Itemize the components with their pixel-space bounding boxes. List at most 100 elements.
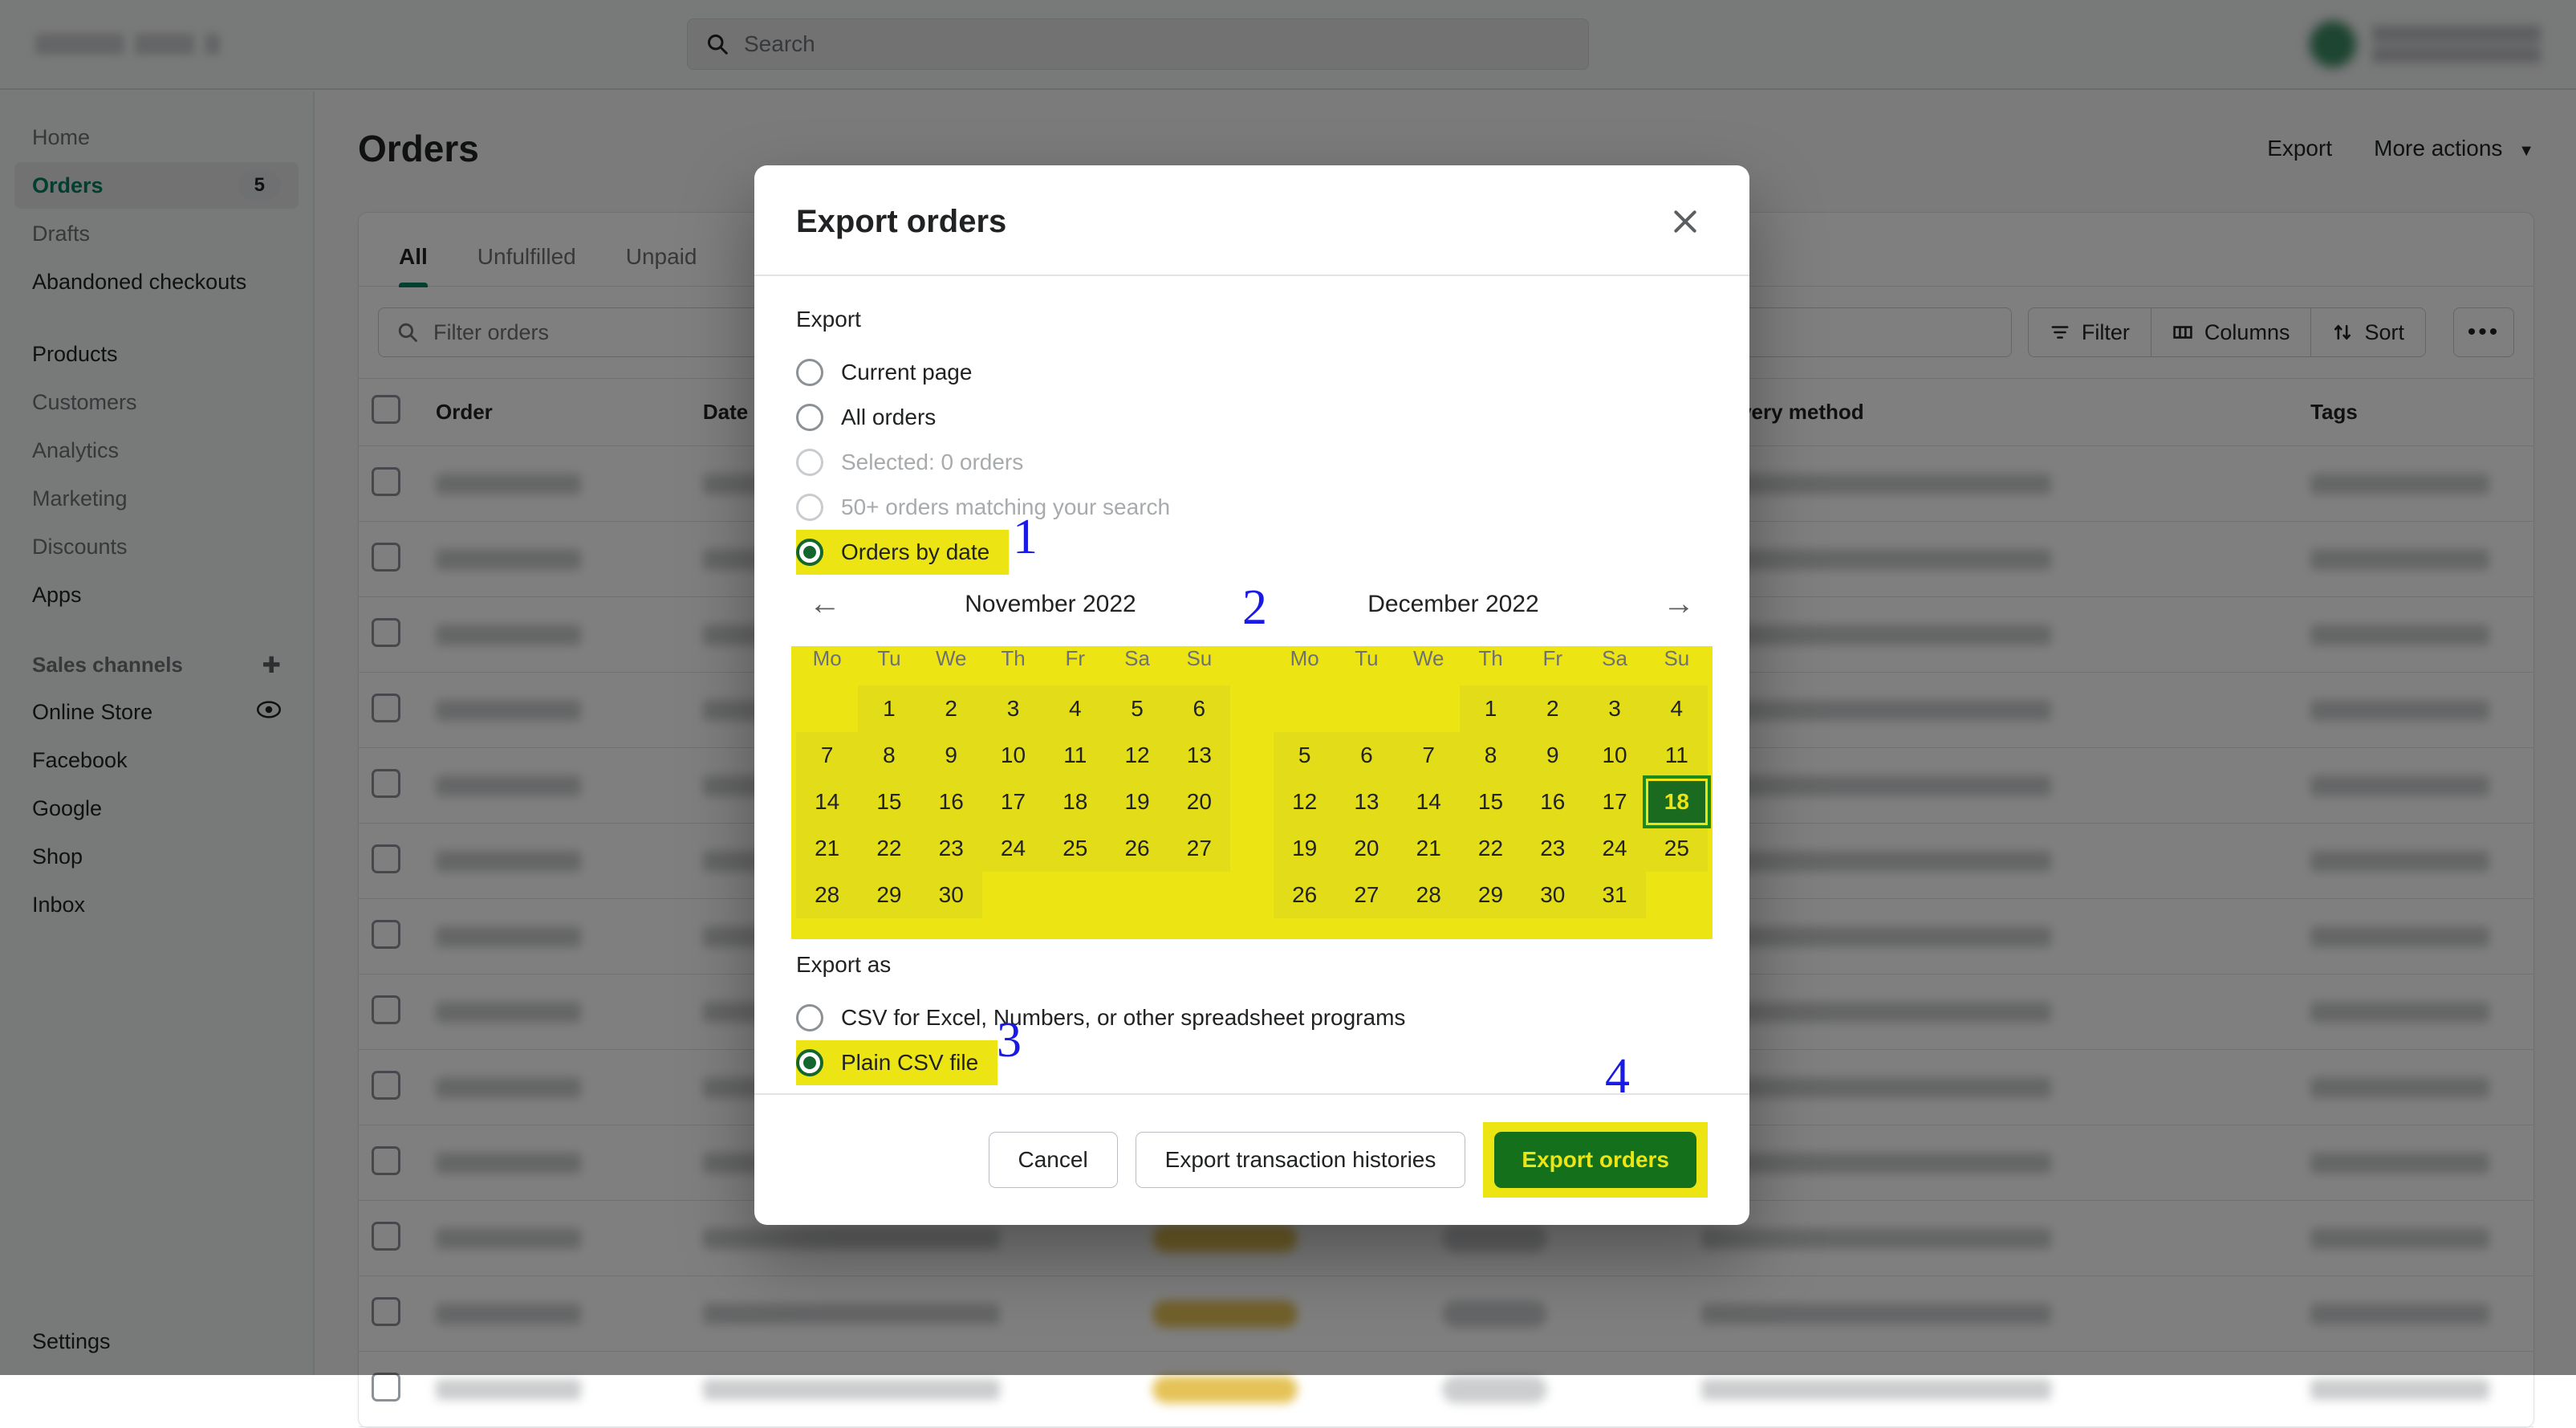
calendar-day[interactable]: 5 [1274,732,1335,779]
calendar-day[interactable]: 1 [1460,686,1522,732]
calendar-day[interactable]: 2 [920,686,982,732]
radio-icon[interactable] [796,1004,823,1031]
radio-icon[interactable] [796,404,823,431]
radio-label: Current page [841,360,972,385]
calendar-day[interactable]: 20 [1168,779,1230,825]
row-checkbox[interactable] [372,1373,400,1402]
calendar-day[interactable]: 9 [1522,732,1583,779]
calendar-day-blank [1274,686,1335,732]
calendar-day[interactable]: 15 [858,779,920,825]
format-option-csv-for-excel-numbers-or-other-spreadsheet-programs[interactable]: CSV for Excel, Numbers, or other spreads… [796,995,1424,1040]
weekday-label: Mo [796,646,858,686]
radio-icon[interactable] [796,359,823,386]
calendar-day[interactable]: 5 [1106,686,1168,732]
calendar-day[interactable]: 7 [1398,732,1460,779]
format-option-plain-csv-file[interactable]: Plain CSV file [796,1040,997,1085]
calendar-day[interactable]: 28 [1398,872,1460,918]
calendar-day[interactable]: 12 [1106,732,1168,779]
cell-value [1152,1376,1298,1403]
calendar-day[interactable]: 26 [1274,872,1335,918]
calendar-day[interactable]: 14 [796,779,858,825]
calendar-day[interactable]: 18 [1044,779,1106,825]
radio-label: CSV for Excel, Numbers, or other spreads… [841,1005,1405,1031]
calendar-day[interactable]: 6 [1168,686,1230,732]
weekday-label: Th [982,646,1044,686]
modal-title: Export orders [796,204,1006,240]
calendar-day[interactable]: 20 [1335,825,1397,872]
calendar-day[interactable]: 3 [982,686,1044,732]
calendar-day[interactable]: 1 [858,686,920,732]
cancel-button[interactable]: Cancel [989,1132,1118,1188]
calendar-day-blank [1335,686,1397,732]
calendar-day[interactable]: 27 [1168,825,1230,872]
calendar-day[interactable]: 24 [982,825,1044,872]
export-transaction-histories-button[interactable]: Export transaction histories [1136,1132,1466,1188]
calendar-day[interactable]: 21 [1398,825,1460,872]
calendar-day[interactable]: 17 [1583,779,1645,825]
calendar-day[interactable]: 23 [1522,825,1583,872]
calendar-day-blank [1106,872,1168,918]
calendar-day[interactable]: 22 [1460,825,1522,872]
calendar-day[interactable]: 25 [1646,825,1708,872]
weekday-label: Mo [1274,646,1335,686]
calendar-day[interactable]: 13 [1335,779,1397,825]
calendar-day[interactable]: 6 [1335,732,1397,779]
close-icon [1669,205,1701,238]
next-month-button[interactable]: → [1655,586,1703,622]
calendar-day[interactable]: 16 [920,779,982,825]
calendar-day[interactable]: 23 [920,825,982,872]
calendar-day[interactable]: 11 [1044,732,1106,779]
calendar-day-blank [1398,686,1460,732]
calendar-day[interactable]: 13 [1168,732,1230,779]
calendar-day[interactable]: 4 [1044,686,1106,732]
export-options-group: Current pageAll ordersSelected: 0 orders… [796,350,1708,575]
calendar-day[interactable]: 17 [982,779,1044,825]
export-option-orders-by-date[interactable]: Orders by date [796,530,1009,575]
calendar-day[interactable]: 29 [858,872,920,918]
calendar-day[interactable]: 19 [1106,779,1168,825]
calendar-grids: MoTuWeThFrSaSu12345678910111213141516171… [796,646,1708,918]
calendar-day[interactable]: 29 [1460,872,1522,918]
calendar-day[interactable]: 30 [1522,872,1583,918]
calendar-day[interactable]: 14 [1398,779,1460,825]
calendar-day[interactable]: 3 [1583,686,1645,732]
previous-month-button[interactable]: ← [801,586,849,622]
calendar-day[interactable]: 8 [1460,732,1522,779]
weekday-label: Tu [858,646,920,686]
export-option-current-page[interactable]: Current page [796,350,991,395]
export-as-group-label: Export as [796,952,1708,978]
radio-icon[interactable] [796,539,823,566]
calendar-day[interactable]: 26 [1106,825,1168,872]
calendar-day-selected[interactable]: 18 [1646,779,1708,825]
export-option-all-orders[interactable]: All orders [796,395,955,440]
calendar-day[interactable]: 7 [796,732,858,779]
calendar-day[interactable]: 8 [858,732,920,779]
export-orders-button[interactable]: Export orders [1494,1132,1696,1188]
calendar-day[interactable]: 10 [982,732,1044,779]
calendar-day[interactable]: 27 [1335,872,1397,918]
calendar-day[interactable]: 15 [1460,779,1522,825]
calendar-day[interactable]: 9 [920,732,982,779]
calendar-day[interactable]: 21 [796,825,858,872]
calendar-day[interactable]: 24 [1583,825,1645,872]
calendar-day[interactable]: 10 [1583,732,1645,779]
calendar-day[interactable]: 12 [1274,779,1335,825]
calendar-day[interactable]: 22 [858,825,920,872]
calendar-day[interactable]: 19 [1274,825,1335,872]
modal-body: Export Current pageAll ordersSelected: 0… [754,276,1749,1093]
radio-icon[interactable] [796,1049,823,1076]
calendar-day[interactable]: 25 [1044,825,1106,872]
calendar-day[interactable]: 2 [1522,686,1583,732]
calendar-month-grid: MoTuWeThFrSaSu12345678910111213141516171… [796,646,1230,918]
annotation-number-3: 3 [997,1015,1022,1065]
radio-icon [796,449,823,476]
calendar-day[interactable]: 28 [796,872,858,918]
calendar-day[interactable]: 11 [1646,732,1708,779]
calendar-day[interactable]: 31 [1583,872,1645,918]
calendar-day[interactable]: 4 [1646,686,1708,732]
calendar-day-blank [982,872,1044,918]
calendar-day[interactable]: 16 [1522,779,1583,825]
calendar-day[interactable]: 30 [920,872,982,918]
annotation-number-4: 4 [1605,1052,1630,1101]
close-button[interactable] [1663,199,1708,244]
